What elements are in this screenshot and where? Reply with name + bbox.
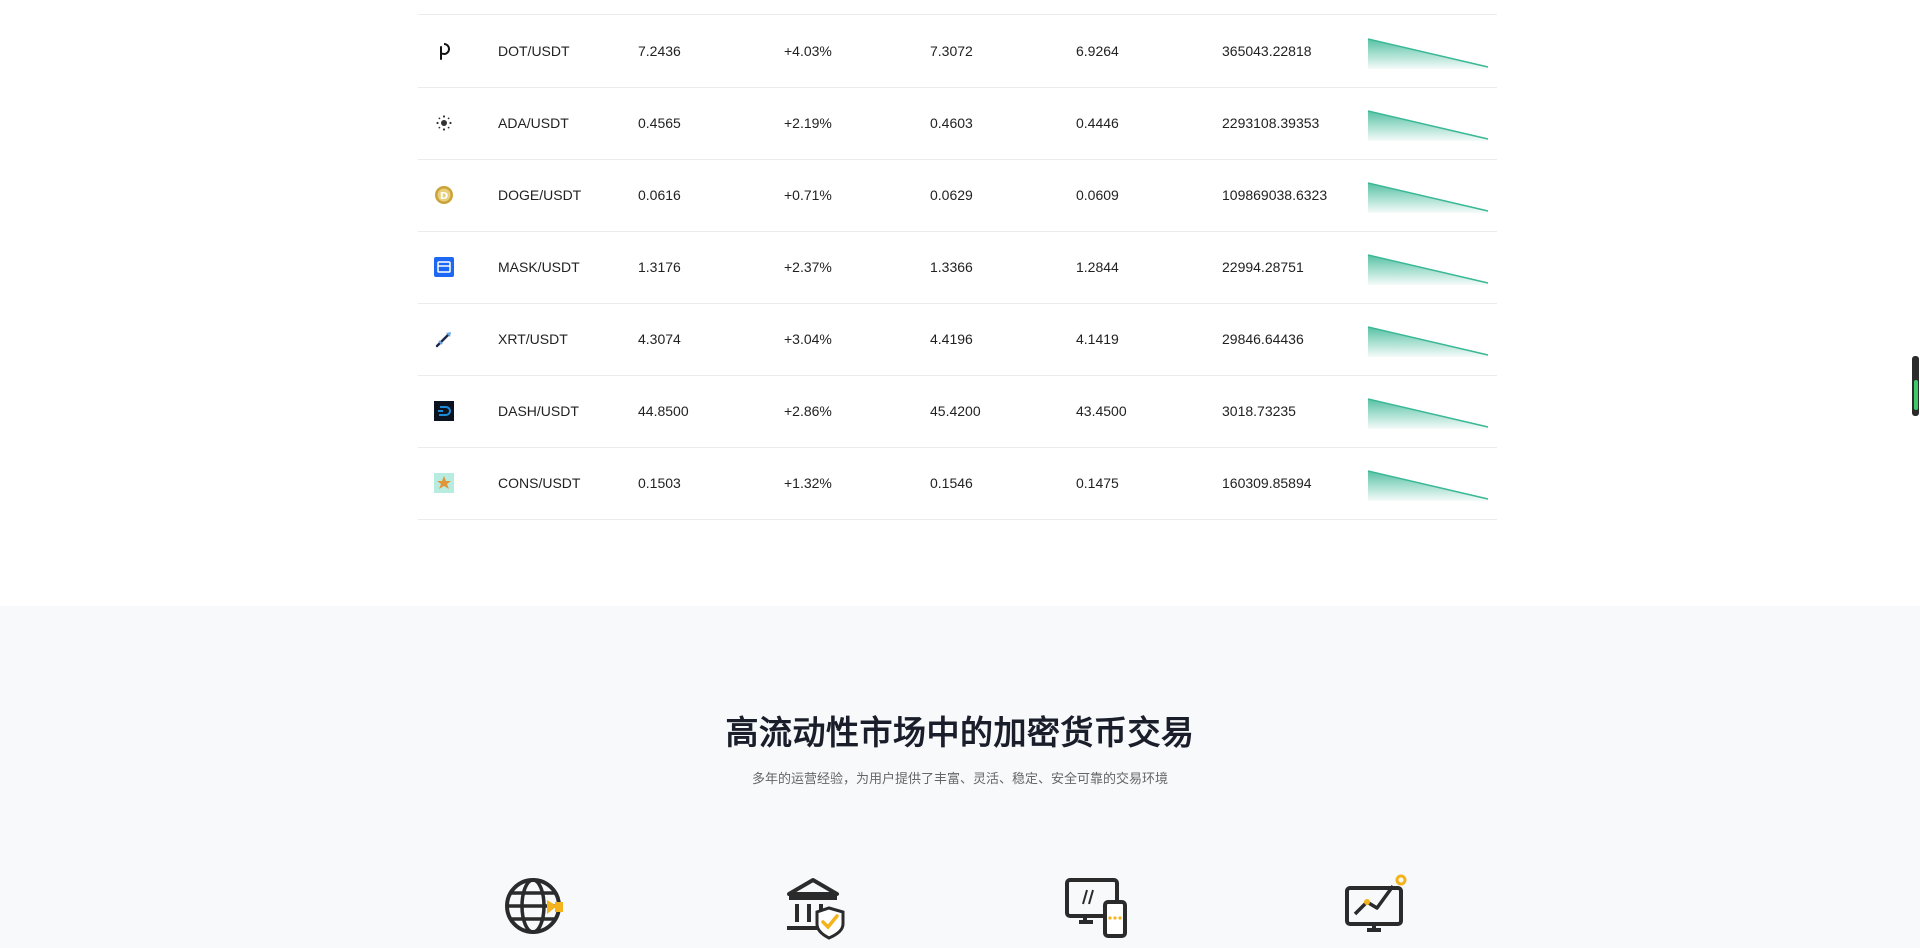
low-price: 6.9264: [1076, 43, 1119, 59]
mask-coin-icon: [434, 257, 454, 277]
dot-coin-icon: [440, 43, 451, 60]
table-row[interactable]: MASK/USDT 1.3176 +2.37% 1.3366 1.2844 22…: [418, 231, 1497, 304]
change-percent: +3.04%: [784, 331, 832, 347]
volume: 160309.85894: [1222, 475, 1312, 491]
volume: 22994.28751: [1222, 259, 1304, 275]
monitor-chart-icon: [1345, 874, 1407, 932]
low-price: 0.1475: [1076, 475, 1119, 491]
xrt-coin-icon: [435, 332, 451, 348]
table-row[interactable]: D DOGE/USDT 0.0616 +0.71% 0.0629 0.0609 …: [418, 159, 1497, 232]
high-price: 45.4200: [930, 403, 981, 419]
table-row[interactable]: ADA/USDT 0.4565 +2.19% 0.4603 0.4446 229…: [418, 87, 1497, 160]
low-price: 43.4500: [1076, 403, 1127, 419]
sparkline-chart: [1368, 38, 1489, 69]
table-row[interactable]: XRT/USDT 4.3074 +3.04% 4.4196 4.1419 298…: [418, 303, 1497, 376]
high-price: 7.3072: [930, 43, 973, 59]
sparkline-chart: [1368, 470, 1489, 501]
volume: 29846.64436: [1222, 331, 1304, 347]
high-price: 1.3366: [930, 259, 973, 275]
high-price: 0.1546: [930, 475, 973, 491]
table-row[interactable]: DASH/USDT 44.8500 +2.86% 45.4200 43.4500…: [418, 375, 1497, 448]
last-price: 1.3176: [638, 259, 681, 275]
sparkline-chart: [1368, 398, 1489, 429]
last-price: 0.0616: [638, 187, 681, 203]
svg-text:D: D: [440, 191, 448, 202]
bank-shield-icon: [787, 878, 845, 940]
section-subtitle: 多年的运营经验，为用户提供了丰富、灵活、稳定、安全可靠的交易环境: [751, 772, 1168, 787]
change-percent: +2.86%: [784, 403, 832, 419]
scrollbar-indicator: [1914, 380, 1918, 410]
sparkline-chart: [1368, 326, 1489, 357]
last-price: 0.4565: [638, 115, 681, 131]
volume: 3018.73235: [1222, 403, 1296, 419]
low-price: 1.2844: [1076, 259, 1119, 275]
pair-name: DOT/USDT: [498, 43, 570, 59]
ada-coin-icon: [436, 115, 452, 131]
pair-name: DASH/USDT: [498, 403, 579, 419]
pair-name: DOGE/USDT: [498, 187, 582, 203]
low-price: 4.1419: [1076, 331, 1119, 347]
change-percent: +4.03%: [784, 43, 832, 59]
sparkline-chart: [1368, 110, 1489, 141]
volume: 2293108.39353: [1222, 115, 1320, 131]
last-price: 4.3074: [638, 331, 681, 347]
devices-icon: [1065, 878, 1127, 938]
change-percent: +2.37%: [784, 259, 832, 275]
high-price: 4.4196: [930, 331, 973, 347]
section-title: 高流动性市场中的加密货币交易: [725, 713, 1195, 752]
doge-coin-icon: D: [435, 186, 453, 204]
last-price: 0.1503: [638, 475, 681, 491]
pair-name: MASK/USDT: [498, 259, 580, 275]
sparkline-chart: [1368, 182, 1489, 213]
pair-name: ADA/USDT: [498, 115, 569, 131]
high-price: 0.0629: [930, 187, 973, 203]
features-section: 高流动性市场中的加密货币交易 多年的运营经验，为用户提供了丰富、灵活、稳定、安全…: [0, 606, 1920, 948]
last-price: 7.2436: [638, 43, 681, 59]
volume: 109869038.6323: [1222, 187, 1328, 203]
page-scrollbar[interactable]: [1912, 356, 1920, 416]
cons-coin-icon: [434, 473, 454, 493]
table-row[interactable]: CONS/USDT 0.1503 +1.32% 0.1546 0.1475 16…: [418, 447, 1497, 520]
volume: 365043.22818: [1222, 43, 1312, 59]
dash-coin-icon: [434, 401, 454, 421]
change-percent: +0.71%: [784, 187, 832, 203]
change-percent: +1.32%: [784, 475, 832, 491]
globe-icon: [505, 878, 563, 934]
low-price: 0.4446: [1076, 115, 1119, 131]
pair-name: XRT/USDT: [498, 331, 568, 347]
low-price: 0.0609: [1076, 187, 1119, 203]
high-price: 0.4603: [930, 115, 973, 131]
last-price: 44.8500: [638, 403, 689, 419]
pair-name: CONS/USDT: [498, 475, 581, 491]
table-row[interactable]: DOT/USDT 7.2436 +4.03% 7.3072 6.9264 365…: [418, 15, 1497, 88]
sparkline-chart: [1368, 254, 1489, 285]
change-percent: +2.19%: [784, 115, 832, 131]
